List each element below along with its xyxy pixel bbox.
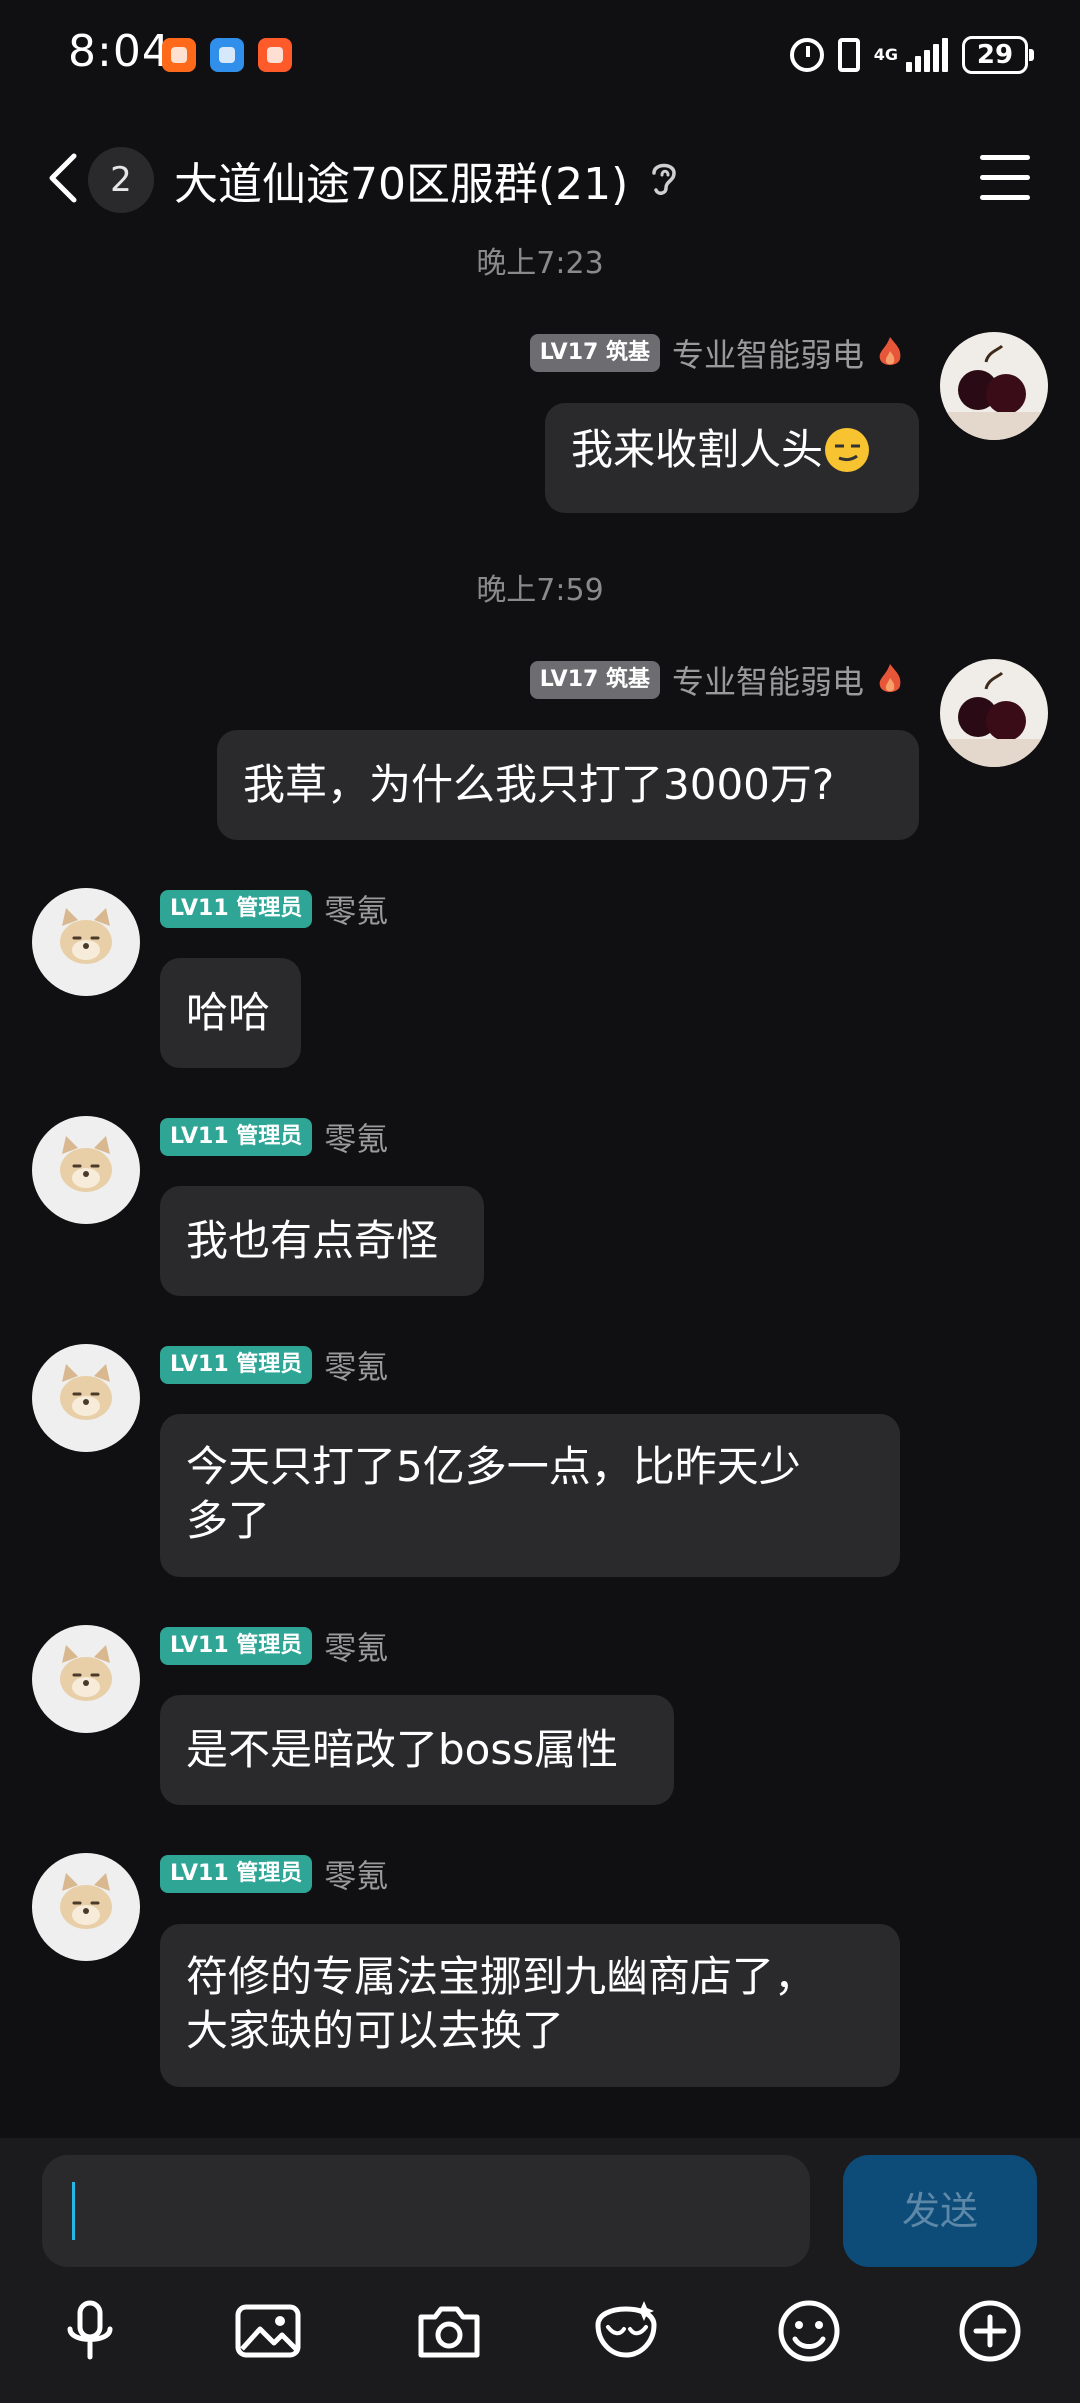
text-cursor	[72, 2182, 75, 2240]
menu-icon[interactable]	[980, 155, 1030, 201]
avatar[interactable]	[32, 1344, 140, 1452]
sender-name[interactable]: 零氪	[324, 1114, 388, 1160]
message-text: 是不是暗改了boss属性	[186, 1725, 619, 1774]
message-bubble[interactable]: 是不是暗改了boss属性	[160, 1695, 674, 1805]
browser-notification-icon	[210, 38, 244, 72]
sender-info: LV11 管理员 零氪	[160, 1853, 388, 1895]
message-text-line: 今天只打了5亿多一点，比昨天少	[186, 1442, 801, 1491]
avatar[interactable]	[32, 1853, 140, 1961]
sender-name[interactable]: 零氪	[324, 1851, 388, 1897]
vibrate-icon	[837, 38, 860, 72]
message-text: 我草，为什么我只打了3000万?	[243, 760, 835, 809]
taobao-notification-icon	[162, 38, 196, 72]
admin-tag: LV11 管理员	[160, 1346, 313, 1384]
plus-icon[interactable]	[954, 2295, 1026, 2367]
sender-info: LV17 筑基 专业智能弱电	[529, 657, 904, 703]
message-bubble[interactable]: 我来收割人头	[545, 403, 919, 513]
message-bubble[interactable]: 哈哈	[160, 958, 301, 1068]
message-text: 哈哈	[186, 988, 271, 1037]
admin-tag: LV11 管理员	[160, 890, 313, 928]
level-tag: LV17 筑基	[529, 334, 660, 372]
avatar[interactable]	[32, 888, 140, 996]
timestamp: 晚上7:23	[476, 246, 604, 281]
sender-name[interactable]: 专业智能弱电	[672, 330, 864, 376]
sender-name[interactable]: 零氪	[324, 1623, 388, 1669]
avatar[interactable]	[940, 659, 1048, 767]
sender-info: LV11 管理员 零氪	[160, 1344, 388, 1386]
sender-info: LV11 管理员 零氪	[160, 888, 388, 930]
back-icon[interactable]	[38, 150, 94, 206]
sender-info: LV11 管理员 零氪	[160, 1116, 388, 1158]
sender-info: LV17 筑基 专业智能弱电	[529, 330, 904, 376]
microphone-icon[interactable]	[54, 2295, 126, 2367]
admin-tag: LV11 管理员	[160, 1118, 313, 1156]
message-text-line: 大家缺的可以去换了	[186, 2006, 565, 2055]
network-type: 4G	[873, 45, 898, 64]
flame-icon	[879, 337, 901, 365]
admin-tag: LV11 管理员	[160, 1627, 313, 1665]
send-button[interactable]: 发送	[843, 2155, 1037, 2267]
timestamp: 晚上7:59	[476, 573, 604, 608]
sender-info: LV11 管理员 零氪	[160, 1625, 388, 1667]
admin-tag: LV11 管理员	[160, 1855, 313, 1893]
message-text: 我也有点奇怪	[186, 1216, 439, 1265]
unread-badge[interactable]: 2	[88, 147, 154, 213]
signal-icon	[906, 38, 948, 72]
emoji-icon[interactable]	[773, 2295, 845, 2367]
message-bubble[interactable]: 我也有点奇怪	[160, 1186, 484, 1296]
battery-level: 29	[976, 40, 1014, 70]
smirk-emoji-icon	[825, 428, 870, 472]
message-text-line: 多了	[186, 1496, 271, 1545]
flame-icon	[879, 664, 901, 692]
alarm-icon	[789, 38, 824, 72]
message-text: 我来收割人头	[571, 425, 824, 474]
level-tag: LV17 筑基	[529, 661, 660, 699]
message-input[interactable]	[42, 2155, 810, 2267]
camera-icon[interactable]	[413, 2295, 485, 2367]
sender-name[interactable]: 零氪	[324, 1342, 388, 1388]
message-bubble[interactable]: 我草，为什么我只打了3000万?	[217, 730, 919, 840]
message-text-line: 符修的专属法宝挪到九幽商店了，	[186, 1952, 817, 2001]
status-bar: 8:04 4G 29	[0, 0, 1080, 110]
sender-name[interactable]: 零氪	[324, 886, 388, 932]
status-time: 8:04	[68, 26, 171, 77]
battery-icon: 29	[962, 36, 1034, 74]
avatar[interactable]	[32, 1116, 140, 1224]
image-icon[interactable]	[232, 2295, 304, 2367]
message-bubble[interactable]: 符修的专属法宝挪到九幽商店了， 大家缺的可以去换了	[160, 1924, 900, 2087]
group-title[interactable]: 大道仙途70区服群(21)	[174, 148, 628, 212]
app-notification-icon	[258, 38, 292, 72]
avatar[interactable]	[940, 332, 1048, 440]
red-packet-icon[interactable]	[590, 2295, 662, 2367]
sender-name[interactable]: 专业智能弱电	[672, 657, 864, 703]
message-bubble[interactable]: 今天只打了5亿多一点，比昨天少 多了	[160, 1414, 900, 1577]
ear-mode-icon[interactable]	[646, 157, 682, 201]
avatar[interactable]	[32, 1625, 140, 1733]
